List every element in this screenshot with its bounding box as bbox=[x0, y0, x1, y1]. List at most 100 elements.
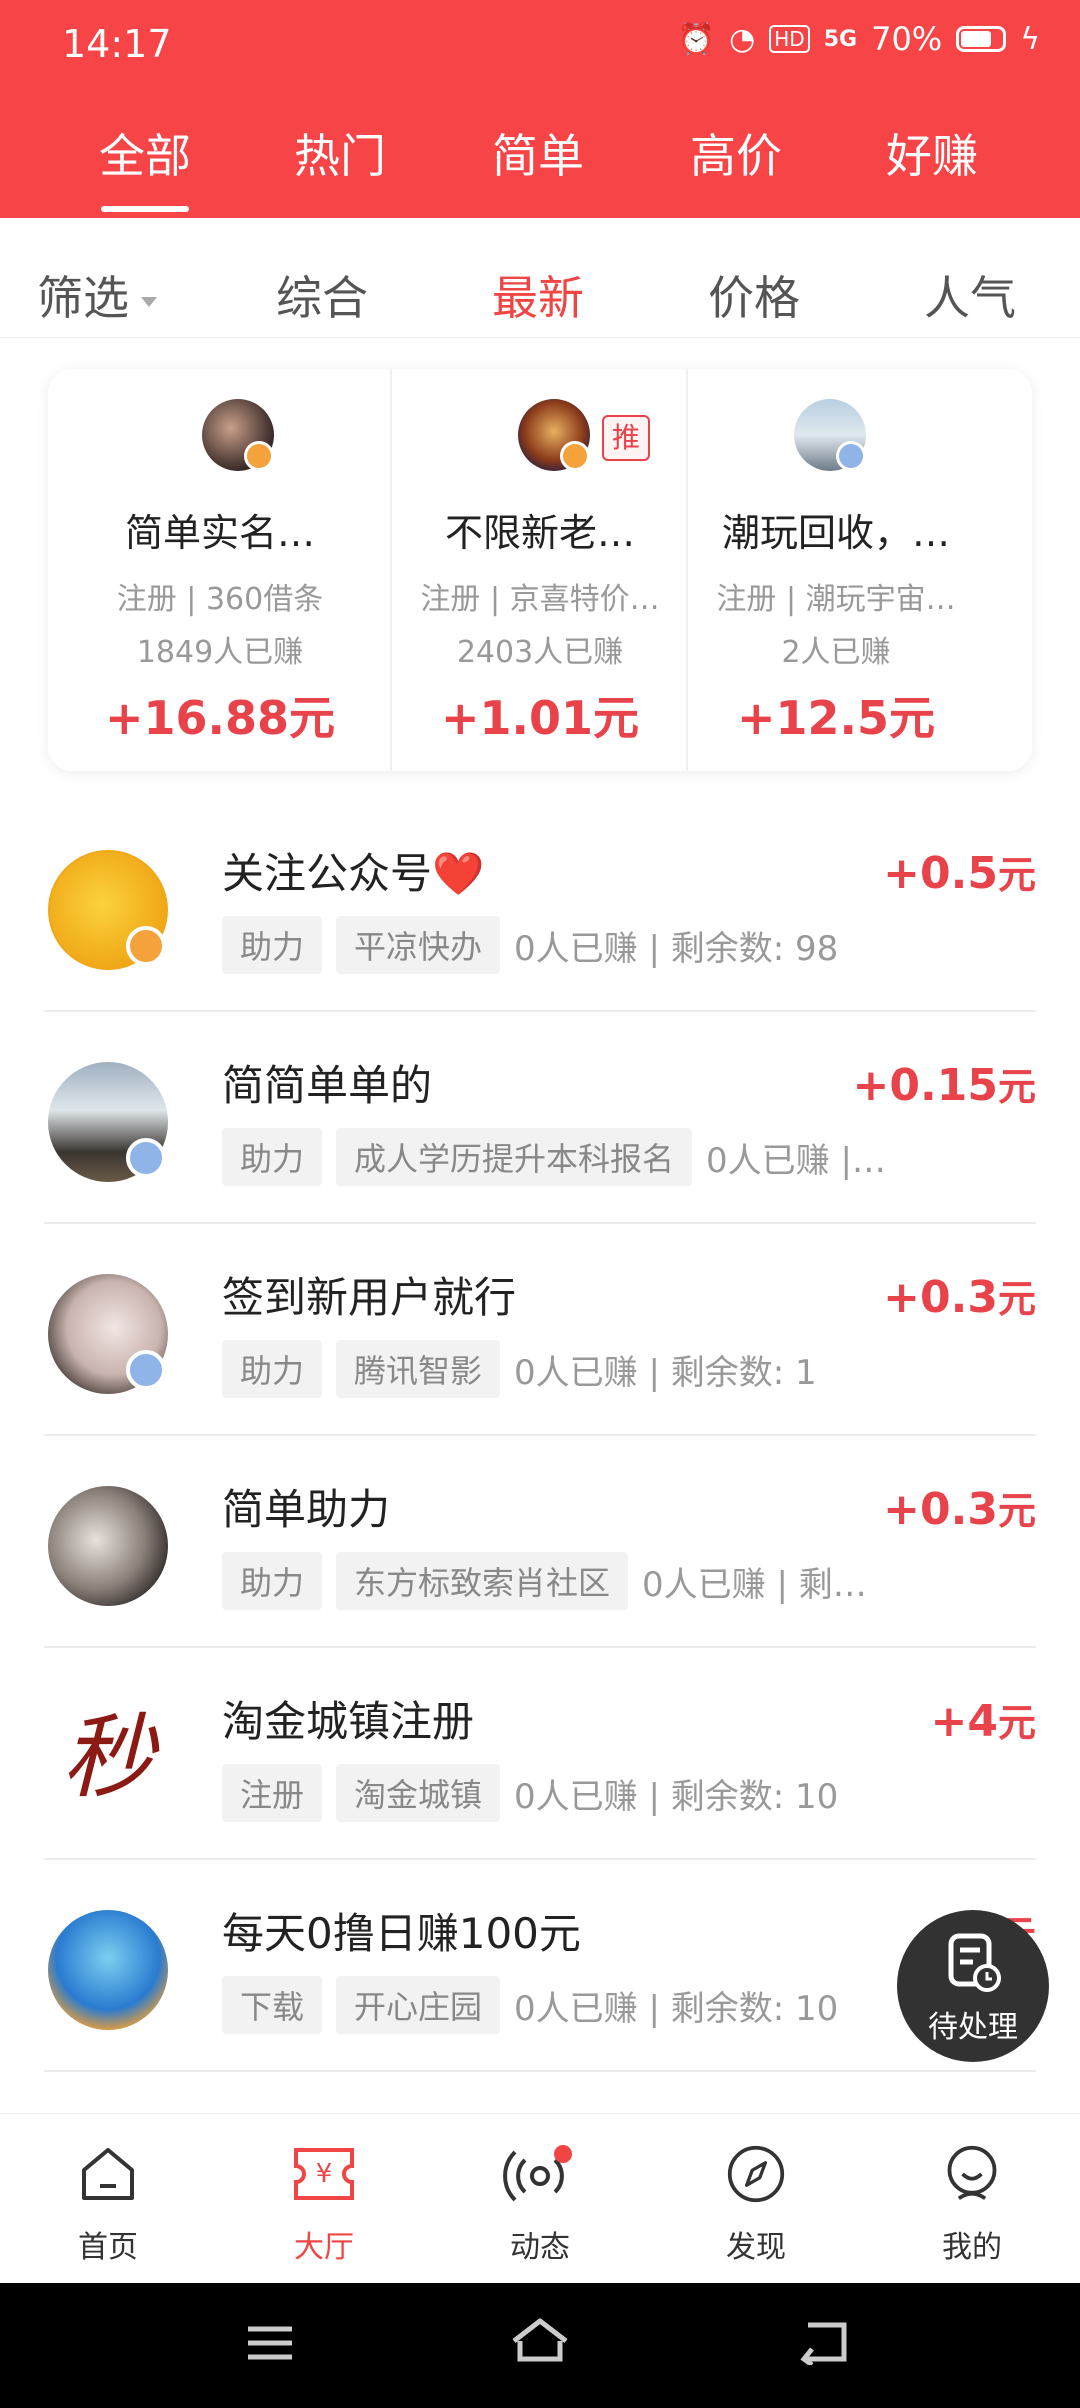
task-row[interactable]: 简单助力 +0.3元 助力 东方标致索肖社区 0人已赚 | 剩… bbox=[44, 1436, 1036, 1648]
price-value: +4 bbox=[930, 1696, 998, 1747]
task-app-tag: 淘金城镇 bbox=[336, 1764, 501, 1822]
featured-title: 不限新老… bbox=[444, 511, 635, 555]
nav-hall-label: 大厅 bbox=[294, 2230, 354, 2265]
back-icon[interactable] bbox=[800, 2319, 850, 2365]
task-app-tag: 东方标致索肖社区 bbox=[336, 1552, 629, 1610]
task-price: +4元 bbox=[931, 1692, 1037, 1747]
featured-earned-count: 2人已赚 bbox=[781, 635, 891, 670]
task-row[interactable]: 简简单单的 +0.15元 助力 成人学历提升本科报名 0人已赚 |… bbox=[44, 1012, 1036, 1224]
task-app-tag: 平凉快办 bbox=[336, 916, 501, 974]
featured-subtitle: 注册 | 360借条 bbox=[116, 582, 324, 617]
crown-badge-icon bbox=[560, 441, 590, 471]
task-title: 关注公众号❤️ bbox=[222, 849, 485, 898]
task-title: 简简单单的 bbox=[222, 1061, 433, 1110]
status-icons: ⏰ ◔ HD 5G 70% ϟ bbox=[678, 20, 1040, 58]
menu-icon[interactable] bbox=[246, 2323, 294, 2363]
bottom-nav: 首页 ¥ 大厅 动态 发现 我的 bbox=[0, 2113, 1080, 2283]
price-value: +0.3 bbox=[883, 1484, 998, 1535]
nav-hall[interactable]: ¥ 大厅 bbox=[254, 2144, 394, 2265]
alarm-icon: ⏰ bbox=[677, 21, 716, 57]
sort-comprehensive[interactable]: 综合 bbox=[276, 262, 368, 328]
recommend-badge: 推 bbox=[602, 415, 650, 461]
tab-high-price[interactable]: 高价 bbox=[636, 120, 836, 186]
task-row[interactable]: 签到新用户就行 +0.3元 助力 腾讯智影 0人已赚 | 剩余数: 1 bbox=[44, 1224, 1036, 1436]
tab-hot[interactable]: 热门 bbox=[240, 120, 440, 186]
task-title: 淘金城镇注册 bbox=[222, 1697, 475, 1746]
task-title: 签到新用户就行 bbox=[222, 1273, 517, 1322]
crown-badge-icon bbox=[244, 441, 274, 471]
featured-card[interactable]: 简单实名… 注册 | 360借条 1849人已赚 +16.88元 bbox=[48, 369, 392, 771]
speedometer-icon: ◔ bbox=[729, 21, 756, 57]
task-tags: 助力 平凉快办 0人已赚 | 剩余数: 98 bbox=[222, 916, 838, 974]
nav-dynamics[interactable]: 动态 bbox=[470, 2144, 610, 2265]
broadcast-icon bbox=[503, 2145, 572, 2202]
featured-earned-count: 2403人已赚 bbox=[456, 635, 624, 670]
shield-badge-icon bbox=[126, 1350, 166, 1390]
task-row[interactable]: 秒 淘金城镇注册 +4元 注册 淘金城镇 0人已赚 | 剩余数: 10 bbox=[44, 1648, 1036, 1860]
tab-simple[interactable]: 简单 bbox=[438, 120, 638, 186]
price-value: +0.5 bbox=[883, 848, 998, 899]
charging-icon: ϟ bbox=[1020, 21, 1040, 57]
shield-badge-icon bbox=[126, 1138, 166, 1178]
price-value: +0.3 bbox=[883, 1272, 998, 1323]
task-meta: 0人已赚 |… bbox=[706, 1140, 886, 1181]
nav-dynamics-label: 动态 bbox=[510, 2230, 570, 2265]
category-tabs: 全部 热门 简单 高价 好赚 bbox=[0, 110, 1080, 212]
featured-tasks: 简单实名… 注册 | 360借条 1849人已赚 +16.88元 推 不限新老…… bbox=[48, 369, 1032, 771]
task-tags: 助力 成人学历提升本科报名 0人已赚 |… bbox=[222, 1128, 886, 1186]
tab-all[interactable]: 全部 bbox=[45, 120, 245, 186]
task-price: +0.5元 bbox=[883, 844, 1036, 899]
system-nav-bar bbox=[0, 2283, 1080, 2408]
task-price: +0.15元 bbox=[853, 1056, 1036, 1111]
battery-icon bbox=[956, 26, 1007, 52]
task-meta: 0人已赚 | 剩… bbox=[642, 1564, 867, 1605]
task-type-tag: 助力 bbox=[222, 1128, 323, 1186]
featured-subtitle: 注册 | 京喜特价… bbox=[420, 582, 660, 617]
avatar bbox=[48, 1486, 168, 1606]
task-type-tag: 助力 bbox=[222, 1552, 323, 1610]
sort-price[interactable]: 价格 bbox=[708, 262, 800, 328]
nav-profile-label: 我的 bbox=[942, 2230, 1002, 2265]
task-meta: 0人已赚 | 剩余数: 1 bbox=[514, 1352, 817, 1393]
sort-newest[interactable]: 最新 bbox=[492, 262, 584, 328]
hd-icon: HD bbox=[769, 25, 810, 53]
featured-price: +16.88元 bbox=[104, 691, 336, 745]
task-price: +0.3元 bbox=[883, 1268, 1036, 1323]
featured-card[interactable]: 推 不限新老… 注册 | 京喜特价… 2403人已赚 +1.01元 bbox=[392, 369, 688, 771]
task-type-tag: 助力 bbox=[222, 1340, 323, 1398]
filter-button[interactable]: 筛选 bbox=[37, 262, 157, 328]
task-title: 每天0撸日赚100元 bbox=[222, 1909, 581, 1958]
home-button-icon[interactable] bbox=[510, 2317, 570, 2367]
battery-percent: 70% bbox=[871, 20, 943, 58]
price-value: +0.15 bbox=[852, 1060, 998, 1111]
sort-popularity[interactable]: 人气 bbox=[924, 262, 1016, 328]
app-header: 14:17 ⏰ ◔ HD 5G 70% ϟ 全部 热门 简单 高价 好赚 bbox=[0, 0, 1080, 218]
task-row[interactable]: 关注公众号❤️ +0.5元 助力 平凉快办 0人已赚 | 剩余数: 98 bbox=[44, 800, 1036, 1012]
compass-icon bbox=[727, 2145, 785, 2203]
tab-easy-earn[interactable]: 好赚 bbox=[832, 120, 1032, 186]
nav-discover[interactable]: 发现 bbox=[686, 2144, 826, 2265]
avatar: 秒 bbox=[48, 1698, 168, 1818]
nav-profile[interactable]: 我的 bbox=[902, 2144, 1042, 2265]
task-row[interactable]: 每天0撸日赚100元 +2元 下载 开心庄园 0人已赚 | 剩余数: 10 bbox=[44, 1860, 1036, 2072]
crown-badge-icon bbox=[126, 926, 166, 966]
task-tags: 下载 开心庄园 0人已赚 | 剩余数: 10 bbox=[222, 1976, 838, 2034]
task-meta: 0人已赚 | 剩余数: 98 bbox=[514, 928, 839, 969]
task-app-tag: 腾讯智影 bbox=[336, 1340, 501, 1398]
price-unit: 元 bbox=[997, 1277, 1036, 1321]
home-icon bbox=[82, 2148, 134, 2200]
task-meta: 0人已赚 | 剩余数: 10 bbox=[514, 1776, 839, 1817]
pending-label: 待处理 bbox=[928, 2010, 1018, 2045]
status-time: 14:17 bbox=[62, 22, 172, 66]
featured-card[interactable]: 潮玩回收，… 注册 | 潮玩宇宙… 2人已赚 +12.5元 bbox=[688, 369, 1032, 771]
shield-badge-icon bbox=[836, 441, 866, 471]
pending-tasks-button[interactable]: 待处理 bbox=[897, 1910, 1049, 2062]
nav-home[interactable]: 首页 bbox=[38, 2144, 178, 2265]
featured-price: +12.5元 bbox=[736, 691, 936, 745]
task-title: 简单助力 bbox=[222, 1485, 391, 1534]
avatar bbox=[48, 1910, 168, 2030]
nav-discover-label: 发现 bbox=[726, 2230, 786, 2265]
price-unit: 元 bbox=[997, 1065, 1036, 1109]
featured-subtitle: 注册 | 潮玩宇宙… bbox=[716, 582, 956, 617]
hall-ticket-icon: ¥ bbox=[294, 2148, 354, 2200]
